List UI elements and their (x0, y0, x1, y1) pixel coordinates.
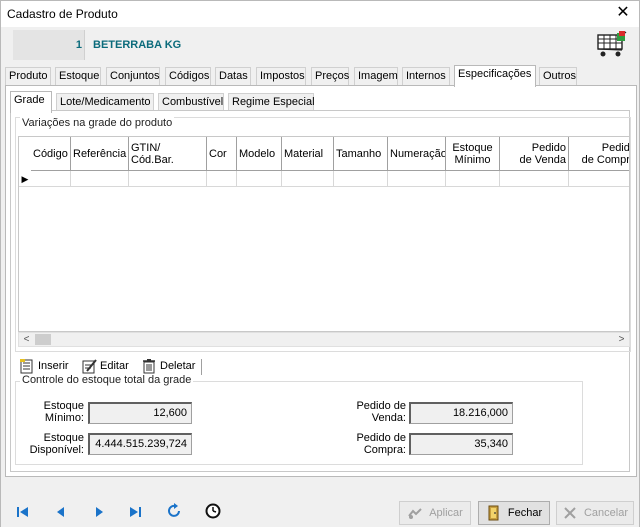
cancel-label: Cancelar (583, 507, 629, 519)
controle-estoque-group: Controle do estoque total da grade Estoq… (15, 374, 583, 465)
pedido-venda-label: Pedido de Venda: (356, 400, 406, 424)
table-cell[interactable] (207, 171, 237, 187)
row-indicator-icon: ▶ (21, 174, 29, 184)
pedido-venda-field: 18.216,000 (409, 402, 513, 424)
table-cell[interactable] (569, 171, 629, 187)
table-cell[interactable] (31, 171, 71, 187)
estoque-minimo-label: Estoque Mínimo: (43, 400, 84, 424)
table-cell[interactable] (334, 171, 388, 187)
product-header: 1 BETERRABA KG (13, 30, 631, 60)
apply-button[interactable]: Aplicar (399, 501, 471, 525)
column-header[interactable]: Material (282, 137, 334, 171)
sub-tab-strip: Grade Lote/Medicamento Combustível Regime E… (10, 91, 630, 113)
tab-estoque[interactable]: Estoque (55, 67, 101, 86)
table-cell[interactable] (71, 171, 129, 187)
column-header[interactable]: Pedido de Venda (500, 137, 569, 171)
close-label: Fechar (507, 507, 543, 519)
tab-especificacoes[interactable]: Especificações (454, 65, 536, 87)
table-row[interactable]: ▶ (19, 171, 629, 187)
variations-grid[interactable]: Código Referência GTIN/ Cód.Bar. Cor Modelo M… (18, 136, 630, 332)
table-cell[interactable] (237, 171, 282, 187)
bottom-bar: Aplicar Fechar Cancelar (1, 477, 639, 527)
subtab-grade[interactable]: Grade (10, 91, 52, 113)
column-header[interactable]: Código (31, 137, 71, 171)
cancel-icon (564, 507, 576, 519)
tab-produto[interactable]: Produto (5, 67, 51, 86)
column-header[interactable]: Pedido de Compra (569, 137, 629, 171)
insert-button[interactable]: Inserir (19, 357, 69, 375)
column-header[interactable]: Referência (71, 137, 129, 171)
tab-conjuntos[interactable]: Conjuntos (106, 67, 160, 86)
estoque-minimo-field: 12,600 (88, 402, 192, 424)
variacoes-legend: Variações na grade do produto (20, 117, 175, 129)
first-record-icon[interactable] (15, 505, 31, 519)
apply-label: Aplicar (429, 507, 463, 519)
close-button[interactable]: Fechar (478, 501, 550, 525)
column-header[interactable]: Modelo (237, 137, 282, 171)
variacoes-group: Variações na grade do produto Código Refe… (15, 117, 631, 352)
table-cell[interactable] (388, 171, 446, 187)
door-exit-icon (488, 505, 499, 521)
product-code-box: 1 (13, 30, 85, 60)
delete-button[interactable]: Deletar (141, 357, 195, 375)
estoque-disponivel-field: 4.444.515.239,724 (88, 433, 192, 455)
product-window: Cadastro de Produto ✕ 1 BETERRABA KG Pro… (0, 0, 640, 527)
tab-precos[interactable]: Preços (311, 67, 349, 86)
product-code: 1 (75, 39, 82, 51)
edit-button[interactable]: Editar (81, 357, 129, 375)
scroll-right-icon[interactable]: > (614, 333, 629, 346)
horizontal-scrollbar[interactable]: < > (18, 332, 630, 347)
tab-outros[interactable]: Outros (539, 67, 577, 86)
pedido-compra-label: Pedido de Compra: (356, 432, 406, 456)
controle-legend: Controle do estoque total da grade (20, 374, 194, 386)
scroll-thumb[interactable] (35, 334, 51, 345)
main-tab-strip: Produto Estoque Conjuntos Códigos Datas Impos… (5, 65, 637, 87)
history-clock-icon[interactable] (205, 503, 221, 519)
tab-codigos[interactable]: Códigos (165, 67, 211, 86)
tab-internos[interactable]: Internos (402, 67, 450, 86)
edit-icon (82, 359, 97, 374)
table-cell[interactable] (500, 171, 569, 187)
scroll-left-icon[interactable]: < (19, 333, 34, 346)
window-title: Cadastro de Produto (7, 7, 118, 21)
table-cell[interactable] (446, 171, 500, 187)
column-header[interactable]: Estoque Mínimo (446, 137, 500, 171)
tab-imagem[interactable]: Imagem (354, 67, 398, 86)
column-header[interactable]: Numeração (388, 137, 446, 171)
cancel-button[interactable]: Cancelar (556, 501, 634, 525)
close-icon[interactable]: ✕ (615, 4, 631, 22)
edit-label: Editar (100, 360, 129, 372)
estoque-disponivel-label: Estoque Disponível: (29, 432, 84, 456)
next-record-icon[interactable] (91, 505, 107, 519)
grid-header: Código Referência GTIN/ Cód.Bar. Cor Modelo M… (19, 137, 629, 171)
pedido-compra-field: 35,340 (409, 433, 513, 455)
title-bar: Cadastro de Produto ✕ (1, 1, 639, 27)
last-record-icon[interactable] (127, 505, 143, 519)
insert-label: Inserir (38, 360, 69, 372)
trash-icon (143, 359, 155, 374)
shopping-cart-icon (597, 31, 627, 57)
table-cell[interactable] (282, 171, 334, 187)
column-header[interactable]: Cor (207, 137, 237, 171)
delete-label: Deletar (160, 360, 196, 372)
apply-icon (408, 508, 422, 519)
insert-icon (20, 359, 33, 374)
table-cell[interactable] (129, 171, 207, 187)
tab-datas[interactable]: Datas (215, 67, 251, 86)
toolbar-separator (201, 359, 202, 375)
especificacoes-page: Grade Lote/Medicamento Combustível Regime E… (5, 85, 637, 477)
previous-record-icon[interactable] (53, 505, 69, 519)
column-header[interactable]: Tamanho (334, 137, 388, 171)
product-name: BETERRABA KG (93, 39, 182, 51)
grade-page: Variações na grade do produto Código Refe… (10, 110, 631, 472)
column-header[interactable]: GTIN/ Cód.Bar. (129, 137, 207, 171)
refresh-icon[interactable] (167, 503, 183, 519)
tab-impostos[interactable]: Impostos (256, 67, 306, 86)
